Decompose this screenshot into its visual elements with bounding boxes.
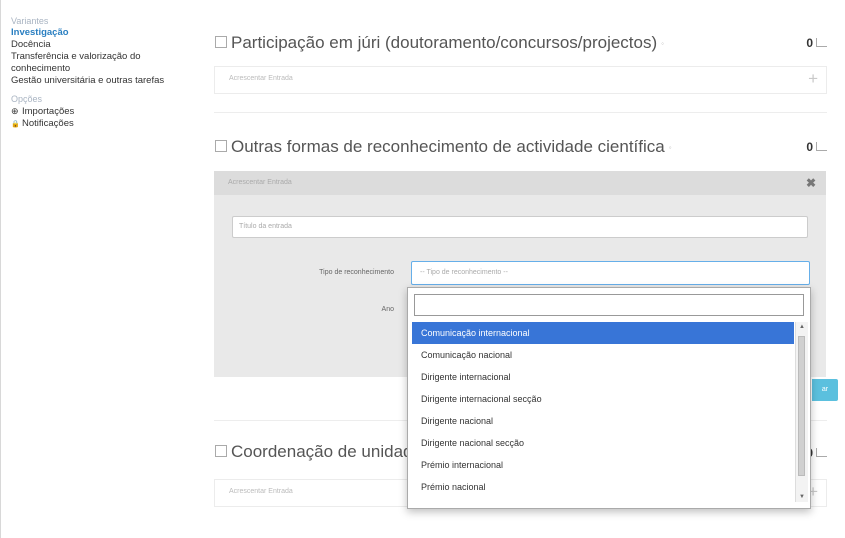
section-checkbox[interactable]: [215, 444, 227, 457]
add-entry-label: Acrescentar Entrada: [229, 75, 293, 82]
dropdown-option[interactable]: Prémio nacional: [412, 476, 794, 498]
dropdown-option[interactable]: Prémio internacional: [412, 454, 794, 476]
section-checkbox[interactable]: [215, 139, 227, 152]
dropdown-option[interactable]: Comunicação internacional: [412, 322, 794, 344]
title-input[interactable]: Título da entrada: [232, 216, 808, 238]
section-checkbox[interactable]: [215, 35, 227, 48]
add-entry-label: Acrescentar Entrada: [228, 179, 292, 186]
section-title-juri: Participação em júri (doutoramento/concu…: [215, 33, 664, 53]
type-dropdown: Comunicação internacional Comunicação na…: [407, 287, 811, 509]
section-title-text: Outras formas de reconhecimento de activ…: [231, 137, 665, 156]
sidebar-item-gestao[interactable]: Gestão universitária e outras tarefas: [11, 75, 196, 87]
dropdown-scrollbar[interactable]: ▲ ▼: [795, 322, 808, 502]
chart-icon[interactable]: [816, 38, 827, 47]
count-value: 0: [806, 140, 813, 154]
sidebar-item-docencia[interactable]: Docência: [11, 39, 196, 51]
section-title-coordenacao: Coordenação de unidad: [215, 442, 412, 462]
sidebar-item-notificacoes[interactable]: 🔒 Notificações: [11, 118, 196, 131]
scrollbar-thumb[interactable]: [798, 336, 805, 476]
section-title-reconhecimento: Outras formas de reconhecimento de activ…: [215, 137, 672, 157]
sidebar-header-variants: Variantes: [11, 16, 49, 26]
sidebar-header-options: Opções: [11, 94, 43, 104]
sidebar-item-importacoes[interactable]: ⊕ Importações: [11, 105, 196, 118]
type-label: Tipo de reconhecimento: [319, 269, 394, 276]
section-title-text: Coordenação de unidad: [231, 442, 413, 461]
section-count: 0: [806, 36, 827, 50]
count-value: 0: [806, 36, 813, 50]
sidebar-item-label: Notificações: [22, 118, 74, 129]
close-icon[interactable]: ✖: [806, 176, 816, 190]
dropdown-option[interactable]: Comunicação nacional: [412, 344, 794, 366]
chart-icon[interactable]: [816, 448, 827, 457]
chart-icon[interactable]: [816, 142, 827, 151]
add-entry-bar[interactable]: Acrescentar Entrada +: [214, 66, 827, 94]
dropdown-search-input[interactable]: [414, 294, 804, 316]
section-count: 0: [806, 140, 827, 154]
sidebar-item-transferencia[interactable]: Transferência e valorização do conhecime…: [11, 51, 196, 75]
section-title-text: Participação em júri (doutoramento/concu…: [231, 33, 658, 52]
entry-panel-header: Acrescentar Entrada ✖: [214, 171, 826, 195]
type-select[interactable]: -- Tipo de reconhecimento --: [411, 261, 810, 285]
scroll-down-icon[interactable]: ▼: [799, 494, 805, 500]
dropdown-option[interactable]: Dirigente internacional secção: [412, 388, 794, 410]
lock-icon: 🔒: [11, 121, 20, 128]
add-entry-label: Acrescentar Entrada: [229, 488, 293, 495]
save-button[interactable]: ar: [812, 379, 838, 401]
dropdown-option[interactable]: Dirigente nacional: [412, 410, 794, 432]
section-divider: [214, 112, 827, 113]
plus-icon[interactable]: +: [808, 69, 818, 89]
dropdown-option[interactable]: Dirigente nacional secção: [412, 432, 794, 454]
globe-icon: ⊕: [11, 106, 19, 116]
info-icon: ◦: [668, 143, 672, 153]
sidebar-item-label: Importações: [22, 106, 75, 117]
dropdown-options-list: Comunicação internacional Comunicação na…: [412, 322, 794, 505]
dropdown-option[interactable]: Dirigente internacional: [412, 366, 794, 388]
sidebar: Variantes Investigação Docência Transfer…: [11, 15, 196, 131]
year-label: Ano: [381, 306, 394, 313]
scroll-up-icon[interactable]: ▲: [799, 324, 805, 330]
window-border: [0, 0, 1, 538]
info-icon: ◦: [661, 39, 664, 49]
sidebar-item-investigacao[interactable]: Investigação: [11, 27, 196, 39]
